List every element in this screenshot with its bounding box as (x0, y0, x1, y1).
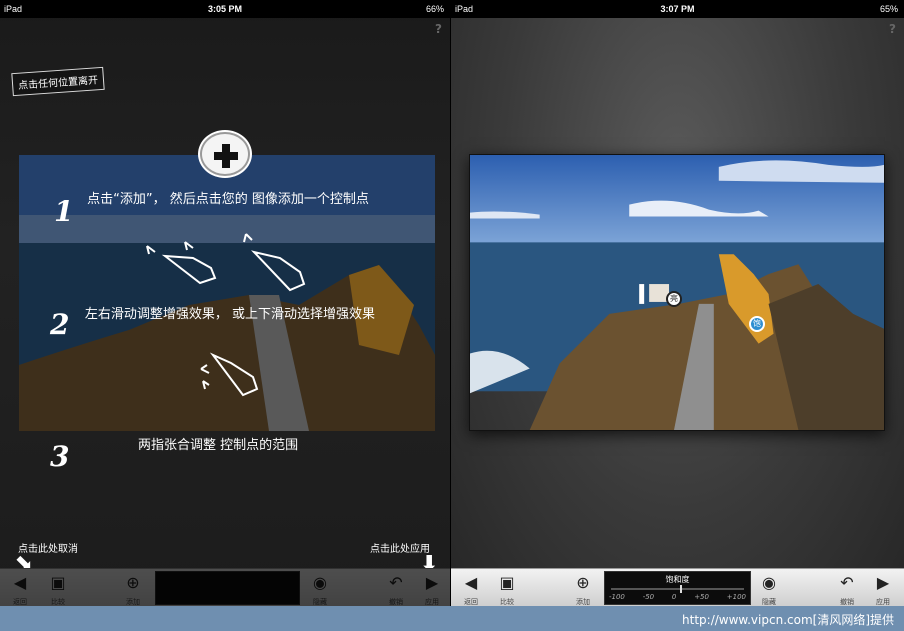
photo-icon: ▣ (50, 572, 66, 592)
tick-label: +50 (694, 593, 709, 601)
footer-credit: http://www.vipcn.com[清风网络]提供 (682, 613, 894, 627)
control-point-saturation[interactable]: 饱 (749, 316, 765, 332)
back-button[interactable]: ◀ 返回 (453, 571, 489, 607)
bottom-toolbar: ◀ 返回 ▣ 比较 ⊕ 添加 ◉ 隐藏 ↶ 撤销 ▶ 应用 (0, 568, 450, 606)
left-screen-tutorial: iPad 3:05 PM 66% ? 点击任何位置离开 1 点击“添加”， 然后… (0, 0, 450, 606)
vertical-swipe-hand-icon (243, 233, 306, 292)
edit-photo[interactable]: 亮 饱 (469, 154, 885, 431)
status-bar: iPad 3:05 PM 66% (0, 0, 450, 18)
right-screen-editor: iPad 3:07 PM 65% ? 亮 饱 ◀ 返回 ▣ 比较 ⊕ 添加 饱和… (451, 0, 904, 606)
slider-knob[interactable] (680, 585, 683, 593)
battery-level: 66% (425, 4, 444, 14)
add-plus-icon (200, 132, 250, 176)
step-2-text: 左右滑动调整增强效果， 或上下滑动选择增强效果 (84, 307, 376, 322)
tick-label: +100 (726, 593, 746, 601)
slider-ticks: -100 -50 0 +50 +100 (605, 593, 750, 601)
plus-circle-icon: ⊕ (126, 572, 140, 592)
back-arrow-icon: ◀ (13, 572, 27, 592)
forward-arrow-icon: ▶ (425, 572, 439, 592)
slider-track (611, 588, 744, 590)
tick-label: 0 (671, 593, 677, 601)
apply-button[interactable]: ▶ 应用 (414, 571, 450, 607)
eye-icon: ◉ (313, 572, 327, 592)
compare-button[interactable]: ▣ 比较 (489, 571, 525, 607)
plus-circle-icon: ⊕ (576, 572, 590, 592)
battery-level: 65% (879, 4, 898, 14)
add-button[interactable]: ⊕ 添加 (115, 571, 151, 607)
status-time: 3:05 PM (207, 4, 242, 14)
undo-icon: ↶ (840, 572, 854, 592)
step-1-number: 1 (54, 195, 74, 228)
help-icon[interactable]: ? (889, 22, 896, 36)
slider-label: 饱和度 (665, 575, 690, 584)
forward-arrow-icon: ▶ (876, 572, 890, 592)
add-button[interactable]: ⊕ 添加 (565, 571, 601, 607)
undo-button[interactable]: ↶ 撤销 (829, 571, 865, 607)
compare-button[interactable]: ▣ 比较 (40, 571, 76, 607)
back-arrow-icon: ◀ (464, 572, 478, 592)
step-3-text: 两指张合调整 控制点的范围 (138, 438, 299, 453)
step-2-number: 2 (50, 308, 70, 341)
step-1-text: 点击“添加”， 然后点击您的 图像添加一个控制点 (87, 192, 369, 207)
step-3-number: 3 (50, 440, 70, 473)
leave-anywhere-note[interactable]: 点击任何位置离开 (11, 66, 105, 97)
photo-icon: ▣ (499, 572, 515, 592)
footer-bar: http://www.vipcn.com[清风网络]提供 (0, 606, 904, 631)
adjust-slider[interactable] (155, 571, 300, 605)
hide-button[interactable]: ◉ 隐藏 (751, 571, 787, 607)
pinch-hand-icon (200, 352, 259, 397)
tick-label: -50 (642, 593, 655, 601)
undo-button[interactable]: ↶ 撤销 (378, 571, 414, 607)
status-bar: iPad 3:07 PM 65% (451, 0, 904, 18)
hide-button[interactable]: ◉ 隐藏 (302, 571, 338, 607)
eye-icon: ◉ (762, 572, 776, 592)
back-button[interactable]: ◀ 返回 (2, 571, 38, 607)
swipe-hand-icon (146, 241, 217, 285)
help-icon[interactable]: ? (435, 22, 442, 36)
apply-button[interactable]: ▶ 应用 (865, 571, 901, 607)
bottom-toolbar: ◀ 返回 ▣ 比较 ⊕ 添加 饱和度 -100 -50 0 +50 +100 ◉ 隐藏 … (451, 568, 904, 606)
undo-icon: ↶ (389, 572, 403, 592)
saturation-slider[interactable]: 饱和度 -100 -50 0 +50 +100 (604, 571, 751, 605)
tick-label: -100 (609, 593, 625, 601)
control-point-brightness[interactable]: 亮 (666, 291, 682, 307)
status-time: 3:07 PM (660, 4, 695, 14)
